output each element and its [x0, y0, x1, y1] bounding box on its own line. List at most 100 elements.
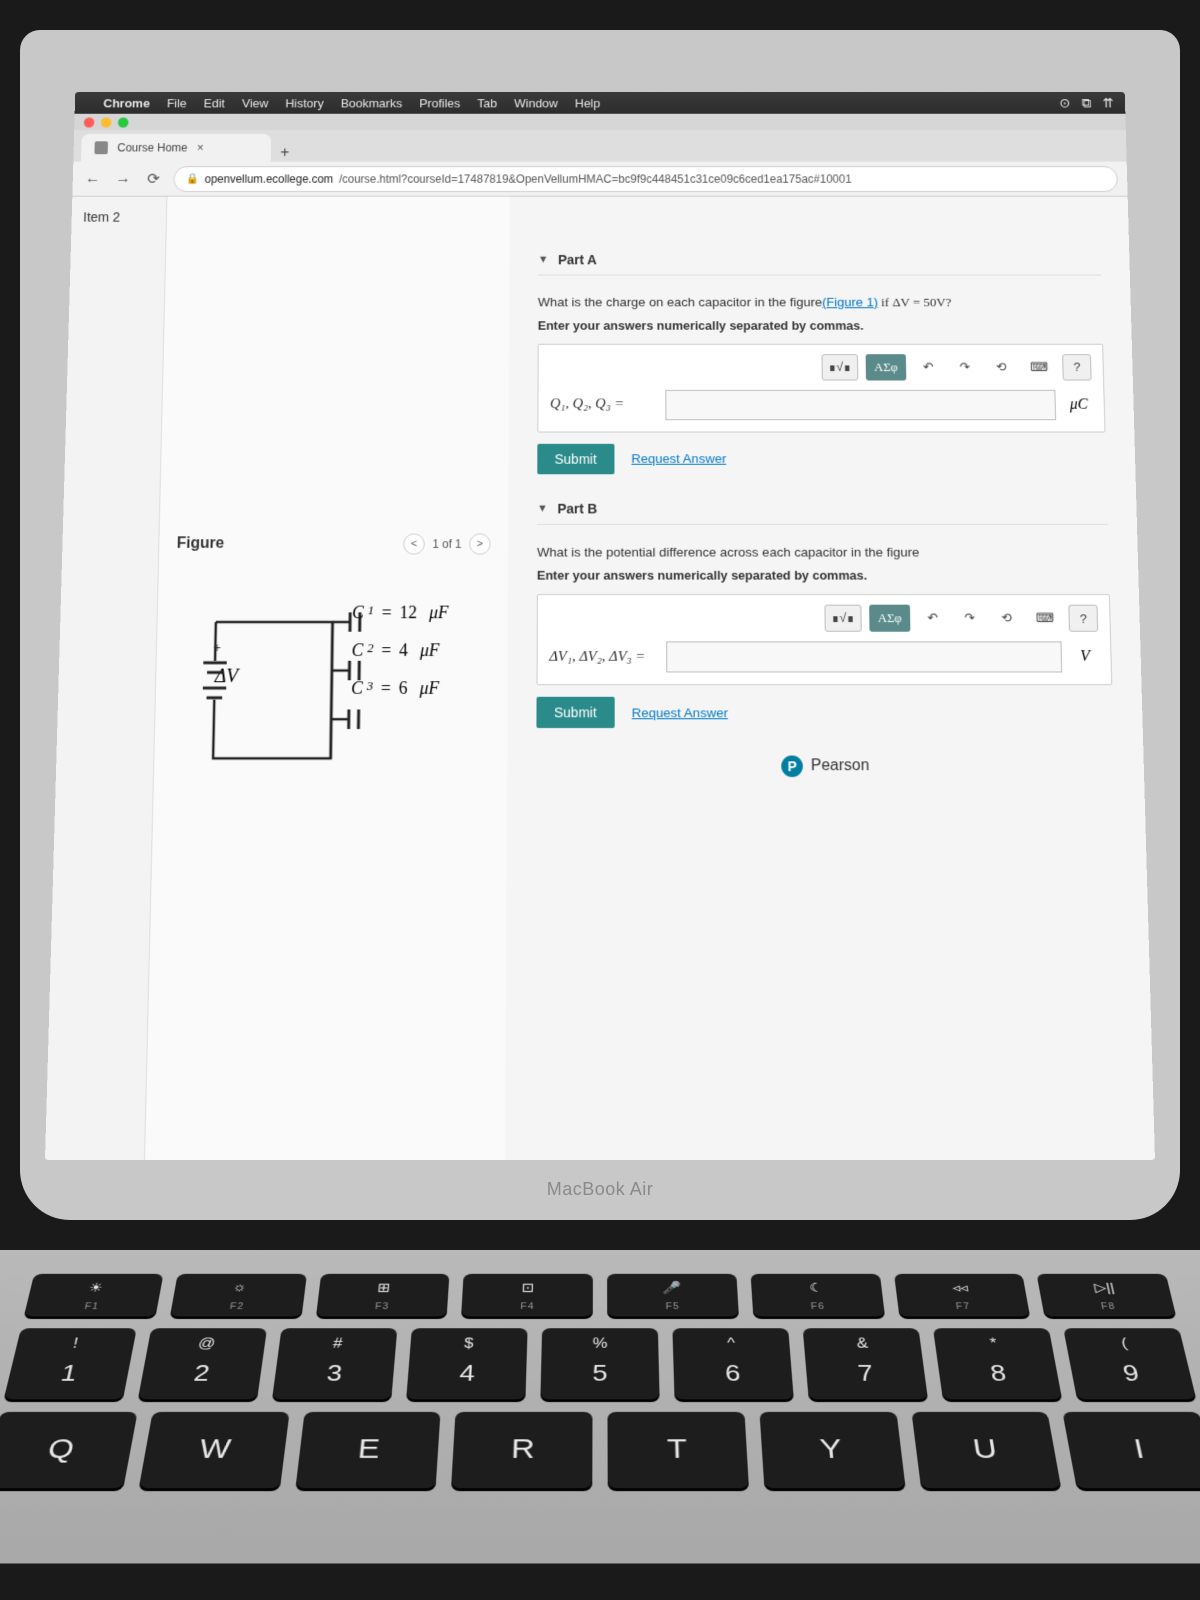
address-bar: ← → ⟳ 🔒 openvellum.ecollege.com/course.h… [72, 162, 1127, 197]
pearson-footer: P Pearson [536, 756, 1114, 778]
minimize-window-icon[interactable] [101, 117, 112, 127]
key-4: $4 [406, 1328, 527, 1399]
status-icon-3[interactable]: ⇈ [1102, 95, 1114, 111]
templates-icon[interactable]: ∎√∎ [822, 354, 858, 380]
pearson-name: Pearson [811, 758, 870, 776]
menu-file[interactable]: File [167, 96, 187, 110]
close-window-icon[interactable] [84, 117, 95, 127]
part-b-header[interactable]: ▼ Part B [537, 501, 1108, 525]
key-q: Q [0, 1412, 137, 1488]
mac-menubar: Chrome File Edit View History Bookmarks … [75, 92, 1126, 114]
part-a-title: Part A [558, 252, 597, 267]
key-f2: ☼F2 [170, 1274, 307, 1317]
key-f4: ⊡F4 [461, 1274, 593, 1317]
key-f6: ☾F6 [750, 1274, 884, 1317]
url-input[interactable]: 🔒 openvellum.ecollege.com/course.html?co… [173, 166, 1118, 192]
maximize-window-icon[interactable] [118, 117, 129, 127]
menu-edit[interactable]: Edit [204, 96, 225, 110]
part-b-unit: V [1071, 648, 1099, 665]
figure-next-button[interactable]: > [469, 533, 490, 554]
menu-window[interactable]: Window [514, 96, 558, 110]
window-controls [74, 114, 1126, 131]
figure-counter: 1 of 1 [432, 537, 461, 550]
menu-tab[interactable]: Tab [477, 96, 497, 110]
menu-bookmarks[interactable]: Bookmarks [341, 96, 403, 110]
status-icon-1[interactable]: ⊙ [1059, 95, 1070, 111]
key-w: W [138, 1412, 289, 1488]
part-a-header[interactable]: ▼ Part A [538, 252, 1101, 275]
part-b-title: Part B [557, 501, 597, 516]
key-2: @2 [138, 1328, 267, 1399]
undo-icon[interactable]: ↶ [918, 605, 948, 632]
tab-strip: Course Home × + [73, 130, 1126, 161]
help-icon[interactable]: ? [1062, 354, 1091, 380]
key-f7: ◃◃F7 [894, 1274, 1031, 1317]
lock-icon: 🔒 [186, 173, 199, 185]
keyboard-icon[interactable]: ⌨ [1029, 605, 1061, 632]
key-5: %5 [540, 1328, 659, 1399]
reset-icon[interactable]: ⟲ [992, 605, 1022, 632]
key-7: &7 [803, 1328, 928, 1399]
pearson-logo-icon: P [781, 756, 803, 778]
reset-icon[interactable]: ⟲ [987, 354, 1016, 380]
figure-link[interactable]: (Figure 1) [822, 295, 878, 309]
part-b-request-answer[interactable]: Request Answer [632, 705, 728, 720]
reload-button[interactable]: ⟳ [143, 169, 164, 187]
key-f8: ▷||F8 [1037, 1274, 1176, 1317]
figure-panel: Figure < 1 of 1 > + ΔV − [145, 197, 510, 1160]
cap-1-label: C1=12 μF [352, 603, 449, 623]
key-1: !1 [4, 1328, 137, 1399]
cap-3-label: C3=6 μF [351, 678, 448, 698]
url-path: /course.html?courseId=17487819&OpenVellu… [339, 172, 852, 185]
menu-view[interactable]: View [242, 96, 269, 110]
templates-icon[interactable]: ∎√∎ [825, 605, 862, 632]
status-icon-2[interactable]: ⧉ [1082, 95, 1092, 111]
greek-button[interactable]: ΑΣφ [869, 605, 911, 632]
key-y: Y [759, 1412, 905, 1488]
macbook-label: MacBook Air [547, 1179, 654, 1200]
key-e: E [295, 1412, 441, 1488]
key-i: I [1063, 1412, 1200, 1488]
redo-icon[interactable]: ↷ [950, 354, 979, 380]
chevron-down-icon: ▼ [538, 254, 548, 265]
keyboard-icon[interactable]: ⌨ [1023, 354, 1055, 380]
close-tab-icon[interactable]: × [197, 141, 204, 154]
greek-button[interactable]: ΑΣφ [865, 354, 906, 380]
sidebar-item[interactable]: Item 2 [83, 210, 155, 225]
menu-profiles[interactable]: Profiles [419, 96, 460, 110]
figure-prev-button[interactable]: < [403, 533, 425, 554]
part-a-hint: Enter your answers numerically separated… [538, 318, 1103, 332]
undo-icon[interactable]: ↶ [914, 354, 943, 380]
capacitor-labels: C1=12 μF C2=4 μF C3=6 μF [351, 603, 449, 699]
part-a-input[interactable] [665, 390, 1056, 420]
favicon-icon [94, 141, 108, 154]
menu-app[interactable]: Chrome [103, 96, 150, 110]
part-a-answer-box: ∎√∎ ΑΣφ ↶ ↷ ⟲ ⌨ ? Q₁, Q₂, Q₃ = μC [537, 343, 1105, 432]
cap-2-label: C2=4 μF [352, 640, 449, 660]
browser-tab[interactable]: Course Home × [81, 134, 271, 162]
key-6: ^6 [672, 1328, 793, 1399]
part-b-answer-box: ∎√∎ ΑΣφ ↶ ↷ ⟲ ⌨ ? ΔV₁, ΔV₂, ΔV₃ = V [537, 594, 1113, 685]
menu-history[interactable]: History [285, 96, 323, 110]
part-a-submit-button[interactable]: Submit [537, 443, 614, 473]
help-icon[interactable]: ? [1068, 605, 1098, 632]
keyboard: ☀F1☼F2⊞F3⊡F4🎤F5☾F6◃◃F7▷||F8 !1@2#3$4%5^6… [0, 1250, 1200, 1563]
part-b-input[interactable] [666, 642, 1062, 673]
key-9: (9 [1063, 1328, 1196, 1399]
question-panel: ▼ Part A What is the charge on each capa… [505, 197, 1155, 1160]
part-a-prompt: What is the charge on each capacitor in … [538, 292, 1102, 312]
part-b-submit-button[interactable]: Submit [536, 697, 614, 728]
forward-button[interactable]: → [113, 170, 134, 187]
back-button[interactable]: ← [82, 170, 103, 187]
part-a-unit: μC [1065, 396, 1092, 413]
part-b-input-label: ΔV₁, ΔV₂, ΔV₃ = [549, 649, 656, 666]
key-t: T [607, 1412, 748, 1488]
figure-pager: < 1 of 1 > [403, 533, 490, 554]
menu-help[interactable]: Help [575, 96, 600, 110]
part-a-request-answer[interactable]: Request Answer [631, 452, 726, 466]
key-f1: ☀F1 [24, 1274, 163, 1317]
key-8: *8 [933, 1328, 1062, 1399]
new-tab-button[interactable]: + [271, 145, 299, 162]
key-f5: 🎤F5 [607, 1274, 739, 1317]
redo-icon[interactable]: ↷ [955, 605, 985, 632]
